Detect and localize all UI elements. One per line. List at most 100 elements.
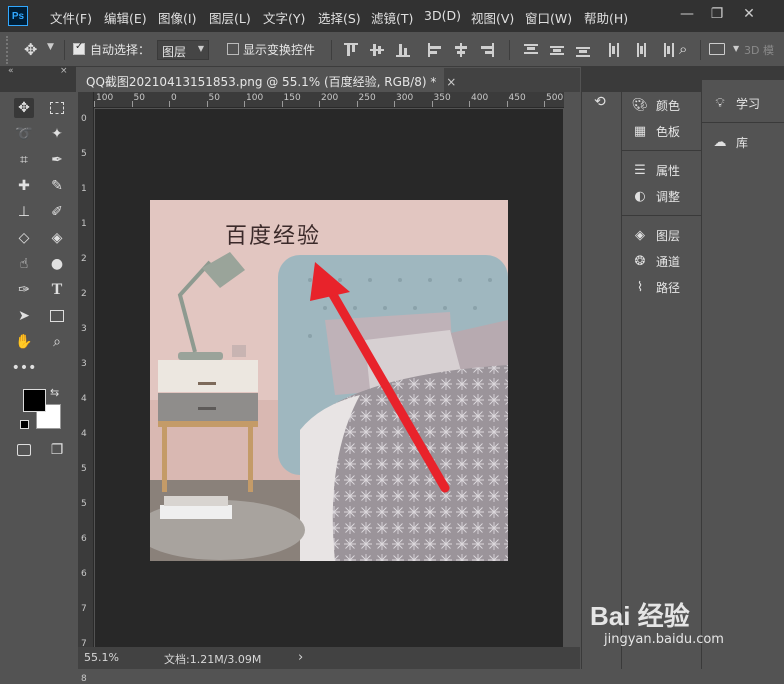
panel-item-layers[interactable]: ◈ 图层 <box>622 222 701 248</box>
quick-mask-icon[interactable] <box>14 440 34 460</box>
divider <box>509 40 510 60</box>
align-right-icon[interactable] <box>480 43 494 57</box>
default-colors-icon[interactable] <box>20 420 29 429</box>
distribute-left-icon[interactable] <box>608 43 622 57</box>
eyedropper-tool-icon[interactable]: ✒ <box>47 150 67 170</box>
auto-select-label: 自动选择： <box>90 43 151 57</box>
move-tool-icon[interactable]: ✥ <box>14 98 34 118</box>
workspace-icon[interactable] <box>709 43 725 55</box>
marquee-tool-icon[interactable] <box>47 98 67 118</box>
foreground-color-swatch-top[interactable] <box>23 389 46 412</box>
history-icon[interactable]: ⟲ <box>582 92 621 110</box>
align-bottom-icon[interactable] <box>396 43 410 57</box>
zoom-tool-icon[interactable]: ⌕ <box>47 332 67 352</box>
close-window-button[interactable]: ✕ <box>740 6 758 22</box>
brush-tool-icon[interactable]: ✎ <box>47 176 67 196</box>
ruler-v-label: 4 <box>81 429 87 439</box>
lasso-tool-icon[interactable]: ➰ <box>14 124 34 144</box>
ruler-h-tick <box>394 101 395 107</box>
distribute-vertical-center-icon[interactable] <box>550 43 564 57</box>
menu-window[interactable]: 窗口(W) <box>525 8 572 27</box>
menu-layer[interactable]: 图层(L) <box>209 8 251 27</box>
panel-header[interactable] <box>702 66 784 80</box>
pen-tool-icon[interactable]: ✑ <box>14 280 34 300</box>
ruler-h-label: 500 <box>546 93 564 103</box>
align-vertical-center-icon[interactable] <box>370 43 384 57</box>
options-bar-grip[interactable] <box>6 36 10 64</box>
properties-icon: ☰ <box>634 162 646 178</box>
magic-wand-tool-icon[interactable]: ✦ <box>47 124 67 144</box>
learn-icon: 💡︎ <box>715 95 725 111</box>
history-brush-tool-icon[interactable]: ✐ <box>47 202 67 222</box>
menu-3d[interactable]: 3D(D) <box>424 8 461 23</box>
swap-colors-icon[interactable]: ⇆ <box>50 386 59 399</box>
clone-stamp-tool-icon[interactable]: ⊥ <box>14 202 34 222</box>
panel-item-paths[interactable]: ⌇ 路径 <box>622 274 701 300</box>
document-image[interactable] <box>150 200 508 561</box>
collapse-icon[interactable]: « <box>8 66 14 76</box>
search-icon[interactable]: ⌕ <box>679 40 687 58</box>
healing-brush-tool-icon[interactable]: ✚ <box>14 176 34 196</box>
minimize-button[interactable]: — <box>678 6 696 22</box>
restore-button[interactable]: ❐ <box>708 6 726 22</box>
path-selection-tool-icon[interactable]: ➤ <box>14 306 34 326</box>
menu-type[interactable]: 文字(Y) <box>263 8 305 27</box>
menu-view[interactable]: 视图(V) <box>471 8 514 27</box>
align-top-icon[interactable] <box>344 43 358 57</box>
ruler-v-label: 1 <box>81 219 87 229</box>
status-menu-arrow-icon[interactable]: › <box>298 650 303 665</box>
screen-mode-icon[interactable]: ❐ <box>47 440 67 460</box>
ruler-h-label: 0 <box>171 93 177 103</box>
hand-tool-icon[interactable]: ✋ <box>14 332 34 352</box>
panel-item-swatches[interactable]: ▦ 色板 <box>622 118 701 144</box>
align-horizontal-center-icon[interactable] <box>454 43 468 57</box>
panel-item-properties[interactable]: ☰ 属性 <box>622 157 701 183</box>
panel-header[interactable] <box>582 66 621 80</box>
paint-bucket-tool-icon[interactable]: ◈ <box>47 228 67 248</box>
distribute-right-icon[interactable] <box>660 43 674 57</box>
distribute-horizontal-center-icon[interactable] <box>634 43 648 57</box>
divider <box>331 40 332 60</box>
libraries-icon: ☁ <box>713 134 727 150</box>
zoom-level[interactable]: 55.1% <box>84 651 119 664</box>
channels-icon: ❂ <box>634 253 646 269</box>
menu-edit[interactable]: 编辑(E) <box>104 8 147 27</box>
show-transform-controls-checkbox[interactable] <box>227 43 239 55</box>
crop-tool-icon[interactable]: ⌗ <box>14 150 34 170</box>
eraser-tool-icon[interactable]: ◇ <box>14 228 34 248</box>
menu-help[interactable]: 帮助(H) <box>584 8 628 27</box>
tools-panel-header[interactable]: « × <box>0 66 76 80</box>
menu-select[interactable]: 选择(S) <box>318 8 361 27</box>
tool-preset-chevron-down-icon[interactable]: ▼ <box>47 42 54 52</box>
menu-file[interactable]: 文件(F) <box>50 8 92 27</box>
auto-select-target-dropdown[interactable]: 图层 ▼ <box>157 40 209 60</box>
panel-item-adjustments[interactable]: ◐ 调整 <box>622 183 701 209</box>
dodge-tool-icon[interactable]: ● <box>47 254 67 274</box>
ruler-v-label: 1 <box>81 184 87 194</box>
more-tools-icon[interactable]: ••• <box>12 358 37 378</box>
chevron-down-icon[interactable]: ▼ <box>733 44 739 53</box>
panel-item-channels[interactable]: ❂ 通道 <box>622 248 701 274</box>
horizontal-ruler[interactable]: 1005005010015020025030035040045050055060… <box>94 92 713 108</box>
panel-item-label: 属性 <box>656 163 681 178</box>
panel-header[interactable] <box>622 66 701 80</box>
tools-grip <box>0 80 76 92</box>
smudge-tool-icon[interactable]: ☝ <box>14 254 34 274</box>
panel-item-color[interactable]: 🎨︎ 颜色 <box>622 92 701 118</box>
panel-item-libraries[interactable]: ☁ 库 <box>702 129 784 155</box>
align-left-icon[interactable] <box>428 43 442 57</box>
rectangle-tool-icon[interactable] <box>47 306 67 326</box>
auto-select-checkbox[interactable] <box>73 41 85 55</box>
distribute-top-icon[interactable] <box>524 43 538 57</box>
document-tab[interactable]: QQ截图20210413151853.png @ 55.1% (百度经验, RG… <box>78 68 456 92</box>
menu-image[interactable]: 图像(I) <box>158 8 196 27</box>
type-tool-icon[interactable]: T <box>47 280 67 300</box>
menu-filter[interactable]: 滤镜(T) <box>371 8 413 27</box>
close-icon[interactable]: × <box>60 66 68 76</box>
move-tool-options-icon[interactable]: ✥ <box>24 40 37 59</box>
close-tab-icon[interactable]: × <box>446 75 456 89</box>
vertical-ruler[interactable]: 05112233445566778 <box>78 92 94 684</box>
status-bar: 55.1% 文档:1.21M/3.09M › <box>78 647 580 669</box>
panel-item-learn[interactable]: 💡︎ 学习 <box>702 90 784 116</box>
distribute-bottom-icon[interactable] <box>576 43 590 57</box>
